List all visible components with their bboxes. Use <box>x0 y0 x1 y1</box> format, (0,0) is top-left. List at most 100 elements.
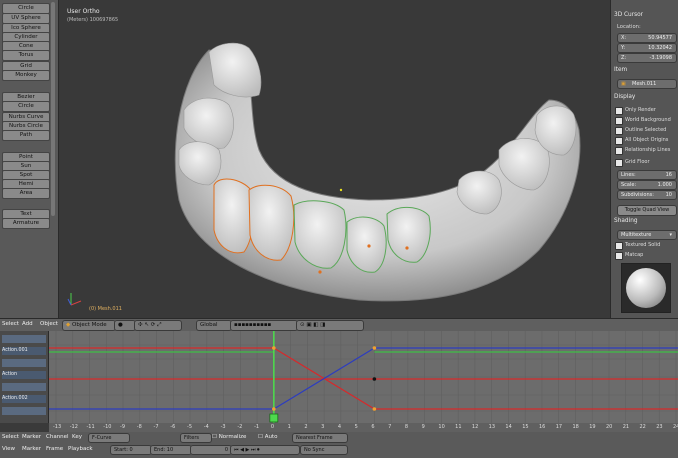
frame-tick-label: 21 <box>622 424 630 430</box>
outline-selected-label: Outline Selected <box>625 127 667 133</box>
relationship-lines-label: Relationship Lines <box>625 147 671 153</box>
menu-frame[interactable]: Frame <box>46 446 63 452</box>
snap-mode-dropdown[interactable]: Nearest Frame <box>292 433 348 443</box>
editor-mode-dropdown[interactable]: F-Curve <box>88 433 130 443</box>
dental-model-render[interactable] <box>59 0 610 318</box>
menu-object[interactable]: Object <box>40 321 58 327</box>
menu-add[interactable]: Add <box>22 321 33 327</box>
grid-floor-label: Grid Floor <box>625 159 650 165</box>
tool-shelf-scrollbar[interactable] <box>51 2 55 216</box>
normalize-toggle[interactable]: ☐ Normalize <box>212 434 246 440</box>
grid-scale-field[interactable]: Scale: 1.000 <box>617 180 677 190</box>
section-display[interactable]: Display <box>614 94 635 100</box>
layer-buttons[interactable]: ▪▪▪▪▪▪▪▪▪▪ <box>230 320 298 331</box>
section-shading[interactable]: Shading <box>614 218 638 224</box>
cursor-x-field[interactable]: X: 50.94577 <box>617 33 677 43</box>
frame-tick-label: 15 <box>522 424 529 430</box>
channel-row[interactable] <box>2 359 46 367</box>
filters-button[interactable]: Filters <box>180 433 212 443</box>
3d-cursor <box>339 188 343 192</box>
active-object-label: (0) Mesh.011 <box>89 306 122 312</box>
toggle-quad-view-button[interactable]: Toggle Quad View <box>617 205 677 216</box>
end-frame-field[interactable]: End: 10 <box>150 445 192 455</box>
graph-editor[interactable] <box>49 331 678 423</box>
channel-row[interactable] <box>2 407 46 415</box>
frame-tick-label: 20 <box>605 424 613 430</box>
mode-dropdown[interactable]: ◆ Object Mode <box>62 320 116 331</box>
keyframe-point <box>372 346 377 350</box>
frame-tick-label: 5 <box>354 424 358 430</box>
menu-playback[interactable]: Playback <box>68 446 93 452</box>
frame-tick-label: 12 <box>471 424 479 430</box>
viewport-shading-button[interactable]: ● <box>114 320 136 331</box>
checkbox-matcap[interactable] <box>615 252 623 260</box>
channel-row[interactable] <box>2 383 46 391</box>
section-3d-cursor[interactable]: 3D Cursor <box>614 12 643 18</box>
sync-mode-dropdown[interactable]: No Sync <box>300 445 348 455</box>
snap-buttons[interactable]: ⊙ ▣ ◧ ◨ <box>296 320 364 331</box>
checkbox-grid-floor[interactable] <box>615 159 623 167</box>
frame-tick-label: -12 <box>69 424 78 430</box>
grid-subdivisions-field[interactable]: Subdivisions: 10 <box>617 190 677 200</box>
cursor-z-field[interactable]: Z: -3.19098 <box>617 53 677 63</box>
frame-ruler[interactable]: -13 -12 -11 -10 -9 -8 -7 -6 -5 -4 -3 -2 -1 0 1 2 3 4 5 6 7 8 9… <box>49 423 678 432</box>
world-background-label: World Background <box>625 117 671 123</box>
keyframe-point <box>367 244 371 248</box>
object-mode-icon: ◆ <box>66 322 71 328</box>
shading-mode-dropdown[interactable]: Multitexture ▾ <box>617 230 677 240</box>
frame-tick-label: -11 <box>86 424 95 430</box>
grid-lines-field[interactable]: Lines: 16 <box>617 170 677 180</box>
tool-button-path[interactable]: Path <box>2 130 50 141</box>
tool-button-circle[interactable]: Circle <box>2 101 50 112</box>
frame-tick-label: 3 <box>321 424 325 430</box>
editor-footer: Select Marker Channel Key F-Curve Filter… <box>0 432 678 458</box>
start-frame-field[interactable]: Start: 0 <box>110 445 152 455</box>
channel-row[interactable]: Action <box>2 371 46 379</box>
tool-button-area[interactable]: Area <box>2 188 50 199</box>
cursor-y-field[interactable]: Y: 10.32042 <box>617 43 677 53</box>
item-name-field[interactable]: ▣ Mesh.011 <box>617 79 677 89</box>
frame-tick-label: -3 <box>220 424 226 430</box>
channel-list: Action.001 Action Action.002 <box>0 331 49 423</box>
menu-key[interactable]: Key <box>72 434 82 440</box>
menu-marker[interactable]: Marker <box>22 434 41 440</box>
frame-tick-label: 24 <box>673 424 678 430</box>
checkbox-outline-selected[interactable] <box>615 127 623 135</box>
auto-toggle[interactable]: ☐ Auto <box>258 434 277 440</box>
keyframe-point <box>272 346 276 350</box>
checkbox-relationship-lines[interactable] <box>615 147 623 155</box>
axis-x <box>70 300 82 306</box>
menu-marker-2[interactable]: Marker <box>22 446 41 452</box>
frame-tick-label: -13 <box>53 424 62 430</box>
keyframe-point <box>318 270 322 274</box>
menu-select[interactable]: Select <box>2 434 19 440</box>
matcap-preview[interactable] <box>621 263 671 313</box>
tool-button-monkey[interactable]: Monkey <box>2 70 50 81</box>
checkbox-world-background[interactable] <box>615 117 623 125</box>
chevron-down-icon: ▾ <box>669 232 672 238</box>
3d-viewport[interactable]: User Ortho (Meters) 100697865 (0) Mesh.0… <box>59 0 610 318</box>
channel-row[interactable] <box>2 335 46 343</box>
frame-tick-label: 13 <box>488 424 496 430</box>
pivot-manipulator-buttons[interactable]: ✣ ↖ ⟳ ⤢ <box>134 320 182 331</box>
frame-tick-label: 14 <box>505 424 512 430</box>
checkbox-textured-solid[interactable] <box>615 242 623 250</box>
current-frame-field[interactable]: 0 <box>190 445 232 455</box>
playback-controls[interactable]: ⏮ ◀ ▶ ⏭ ⏺ <box>230 445 300 455</box>
tool-button-torus[interactable]: Torus <box>2 50 50 61</box>
layers-icon: ▪▪▪▪▪▪▪▪▪▪ <box>234 322 272 328</box>
graph-editor-canvas[interactable] <box>49 331 678 423</box>
checkbox-only-render[interactable] <box>615 107 623 115</box>
channel-row[interactable]: Action.002 <box>2 395 46 403</box>
orientation-dropdown[interactable]: Global <box>196 320 232 331</box>
section-item[interactable]: Item <box>614 67 627 73</box>
menu-view[interactable]: View <box>2 446 15 452</box>
location-label: Location: <box>617 24 641 30</box>
menu-select[interactable]: Select <box>2 321 19 327</box>
tool-shelf: Circle UV Sphere Ico Sphere Cylinder Cone Tor… <box>0 0 59 318</box>
menu-channel[interactable]: Channel <box>46 434 69 440</box>
keyframe-point-selected <box>372 377 377 381</box>
tool-button-armature[interactable]: Armature <box>2 218 50 229</box>
checkbox-all-object-origins[interactable] <box>615 137 623 145</box>
channel-row[interactable]: Action.001 <box>2 347 46 355</box>
